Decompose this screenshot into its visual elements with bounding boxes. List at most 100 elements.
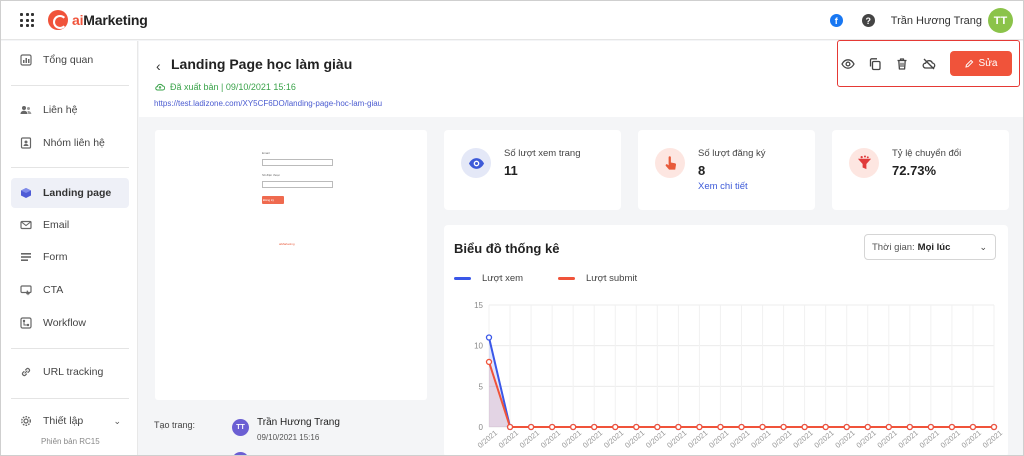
- data-point: [654, 423, 661, 431]
- unpublish-cloud-off-icon[interactable]: [922, 57, 936, 71]
- sidebar-item-label: Liên hệ: [43, 104, 78, 116]
- updater-avatar: [232, 452, 249, 455]
- preview-email-label: Email: [262, 151, 270, 155]
- creator-label: Tạo trang:: [154, 420, 196, 430]
- preview-phone-label: Số điện thoại: [262, 173, 280, 177]
- data-point: [759, 423, 766, 431]
- sidebar-divider: [11, 398, 129, 399]
- sidebar-item-label: Email: [43, 219, 70, 231]
- dashboard-icon: [20, 54, 32, 66]
- sidebar-item-contacts[interactable]: Liên hệ: [11, 95, 129, 125]
- x-tick-label: 0/2021: [981, 428, 1004, 450]
- page-actions: Sửa: [837, 40, 1020, 87]
- x-tick-label: 0/2021: [497, 428, 520, 450]
- preview-eye-icon[interactable]: [841, 57, 855, 71]
- creator-date: 09/10/2021 15:16: [257, 433, 320, 442]
- sidebar-item-landing-page[interactable]: Landing page: [11, 178, 129, 208]
- sidebar-item-email[interactable]: Email: [11, 210, 129, 240]
- data-point: [906, 423, 913, 431]
- x-tick-label: 0/2021: [581, 428, 604, 450]
- sidebar-item-overview[interactable]: Tổng quan: [11, 45, 129, 75]
- data-point: [485, 358, 493, 366]
- sidebar-item-label: Workflow: [43, 317, 86, 329]
- apps-grid-icon[interactable]: [20, 13, 34, 27]
- publish-status: Đã xuất bản | 09/10/2021 15:16: [155, 82, 296, 92]
- preview-footer-brand: aiMarketing: [279, 242, 295, 246]
- stat-label: Số lượt đăng ký: [698, 148, 766, 159]
- x-tick-label: 0/2021: [897, 428, 920, 450]
- data-point: [570, 423, 577, 431]
- data-point: [885, 423, 892, 431]
- sidebar-item-workflow[interactable]: Workflow: [11, 308, 129, 338]
- data-point: [822, 423, 829, 431]
- help-icon[interactable]: ?: [861, 14, 875, 27]
- sidebar-item-url-tracking[interactable]: URL tracking: [11, 357, 129, 387]
- page-url-link[interactable]: https://test.ladizone.com/XY5CF6DO/landi…: [154, 99, 382, 108]
- landing-page-icon: [20, 187, 32, 199]
- workflow-icon: [20, 317, 32, 329]
- sidebar-item-label: Tổng quan: [43, 54, 94, 66]
- view-details-link[interactable]: Xem chi tiết: [698, 181, 748, 192]
- sidebar-item-label: Form: [43, 251, 68, 263]
- cta-icon: [20, 284, 32, 296]
- stat-value: 11: [504, 163, 518, 178]
- data-point: [696, 423, 703, 431]
- data-point: [548, 423, 556, 431]
- sidebar-item-contact-groups[interactable]: Nhóm liên hệ: [11, 128, 129, 158]
- x-tick-label: 0/2021: [939, 428, 962, 450]
- brand-name: aiMarketing: [72, 12, 148, 28]
- sidebar: Tổng quan Liên hệ Nhóm liên hệ Landing p…: [1, 41, 138, 455]
- page-title: Landing Page học làm giàu: [171, 56, 353, 72]
- data-point: [927, 423, 935, 431]
- y-tick-label: 15: [474, 301, 483, 310]
- sidebar-item-label: CTA: [43, 284, 64, 296]
- landing-page-preview[interactable]: Email Số điện thoại Đăng ký aiMarketing: [155, 130, 427, 400]
- link-icon: [20, 366, 32, 378]
- app-window: aiMarketing f ? Trần Hương Trang TT Tổng…: [0, 0, 1024, 456]
- hand-pointer-icon: [655, 148, 685, 178]
- facebook-icon[interactable]: f: [829, 14, 843, 27]
- eye-icon: [461, 148, 491, 178]
- funnel-icon: [849, 148, 879, 178]
- delete-trash-icon[interactable]: [895, 57, 909, 71]
- sidebar-divider: [11, 348, 129, 349]
- data-point: [990, 423, 998, 431]
- y-tick-label: 5: [479, 382, 484, 391]
- sidebar-item-label: URL tracking: [43, 366, 104, 378]
- duplicate-icon[interactable]: [868, 57, 882, 71]
- chevron-down-icon: ⌄: [113, 415, 121, 426]
- sidebar-item-cta[interactable]: CTA: [11, 275, 129, 305]
- publish-status-text: Đã xuất bản | 09/10/2021 15:16: [170, 82, 296, 92]
- email-icon: [20, 219, 32, 231]
- stat-card-conversion-rate: Tỷ lệ chuyển đổi 72.73%: [832, 130, 1009, 210]
- contact-group-icon: [20, 137, 32, 149]
- edit-button[interactable]: Sửa: [950, 51, 1012, 76]
- x-tick-label: 0/2021: [539, 428, 562, 450]
- x-tick-label: 0/2021: [665, 428, 688, 450]
- data-point: [717, 423, 724, 431]
- data-point: [864, 423, 871, 431]
- contacts-icon: [20, 104, 32, 116]
- x-tick-label: 0/2021: [812, 428, 835, 450]
- data-point: [780, 423, 787, 431]
- user-avatar[interactable]: TT: [988, 8, 1013, 33]
- sidebar-item-form[interactable]: Form: [11, 242, 129, 272]
- sidebar-item-label: Thiết lập: [43, 415, 84, 427]
- x-tick-label: 0/2021: [960, 428, 983, 450]
- settings-icon: [20, 415, 32, 427]
- x-tick-label: 0/2021: [854, 428, 877, 450]
- data-point: [591, 423, 598, 431]
- preview-submit-label: Đăng ký: [263, 198, 275, 202]
- sidebar-divider: [11, 85, 129, 86]
- y-tick-label: 10: [474, 342, 483, 351]
- line-chart: 0510150/20210/20210/20210/20210/20210/20…: [474, 301, 1004, 450]
- back-arrow-icon[interactable]: ‹: [156, 58, 161, 74]
- sidebar-item-settings[interactable]: Thiết lập ⌄: [11, 409, 129, 433]
- form-icon: [20, 251, 32, 263]
- sidebar-item-label: Nhóm liên hệ: [43, 137, 105, 149]
- user-name[interactable]: Trần Hương Trang: [891, 15, 982, 27]
- data-point: [738, 423, 745, 431]
- y-tick-label: 0: [479, 423, 484, 432]
- app-version: Phiên bản RC15: [41, 437, 100, 446]
- brand-logo[interactable]: aiMarketing: [48, 10, 148, 30]
